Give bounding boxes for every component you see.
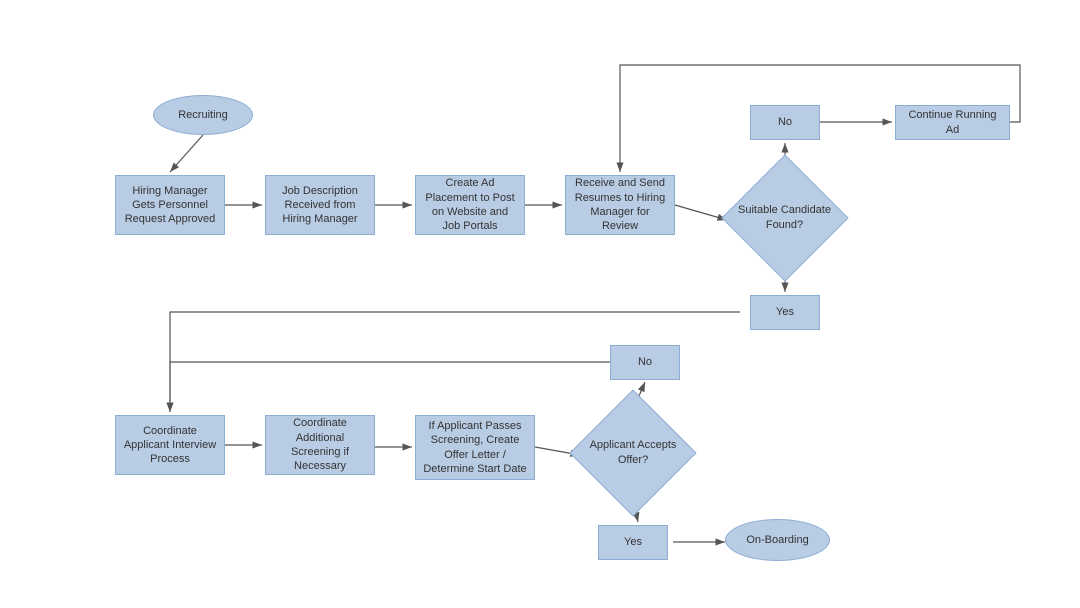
suitable-candidate-node: Suitable Candidate Found? [727,165,842,270]
arrows-svg [0,0,1080,608]
flowchart-container: Recruiting Hiring Manager Gets Personnel… [0,0,1080,608]
receive-send-node: Receive and Send Resumes to Hiring Manag… [565,175,675,235]
coordinate-interview-node: Coordinate Applicant Interview Process [115,415,225,475]
no-box-middle: No [610,345,680,380]
job-description-node: Job Description Received from Hiring Man… [265,175,375,235]
create-ad-node: Create Ad Placement to Post on Website a… [415,175,525,235]
yes-box: Yes [750,295,820,330]
no-box-top: No [750,105,820,140]
applicant-accepts-node: Applicant Accepts Offer? [578,400,688,505]
suitable-candidate-label: Suitable Candidate Found? [727,199,842,236]
onboarding-node: On-Boarding [725,519,830,561]
yes-box-2: Yes [598,525,668,560]
continue-ad-node: Continue Running Ad [895,105,1010,140]
recruiting-node: Recruiting [153,95,253,135]
hiring-manager-gets-node: Hiring Manager Gets Personnel Request Ap… [115,175,225,235]
if-applicant-node: If Applicant Passes Screening, Create Of… [415,415,535,480]
coordinate-additional-node: Coordinate Additional Screening if Neces… [265,415,375,475]
applicant-accepts-label: Applicant Accepts Offer? [578,434,688,471]
